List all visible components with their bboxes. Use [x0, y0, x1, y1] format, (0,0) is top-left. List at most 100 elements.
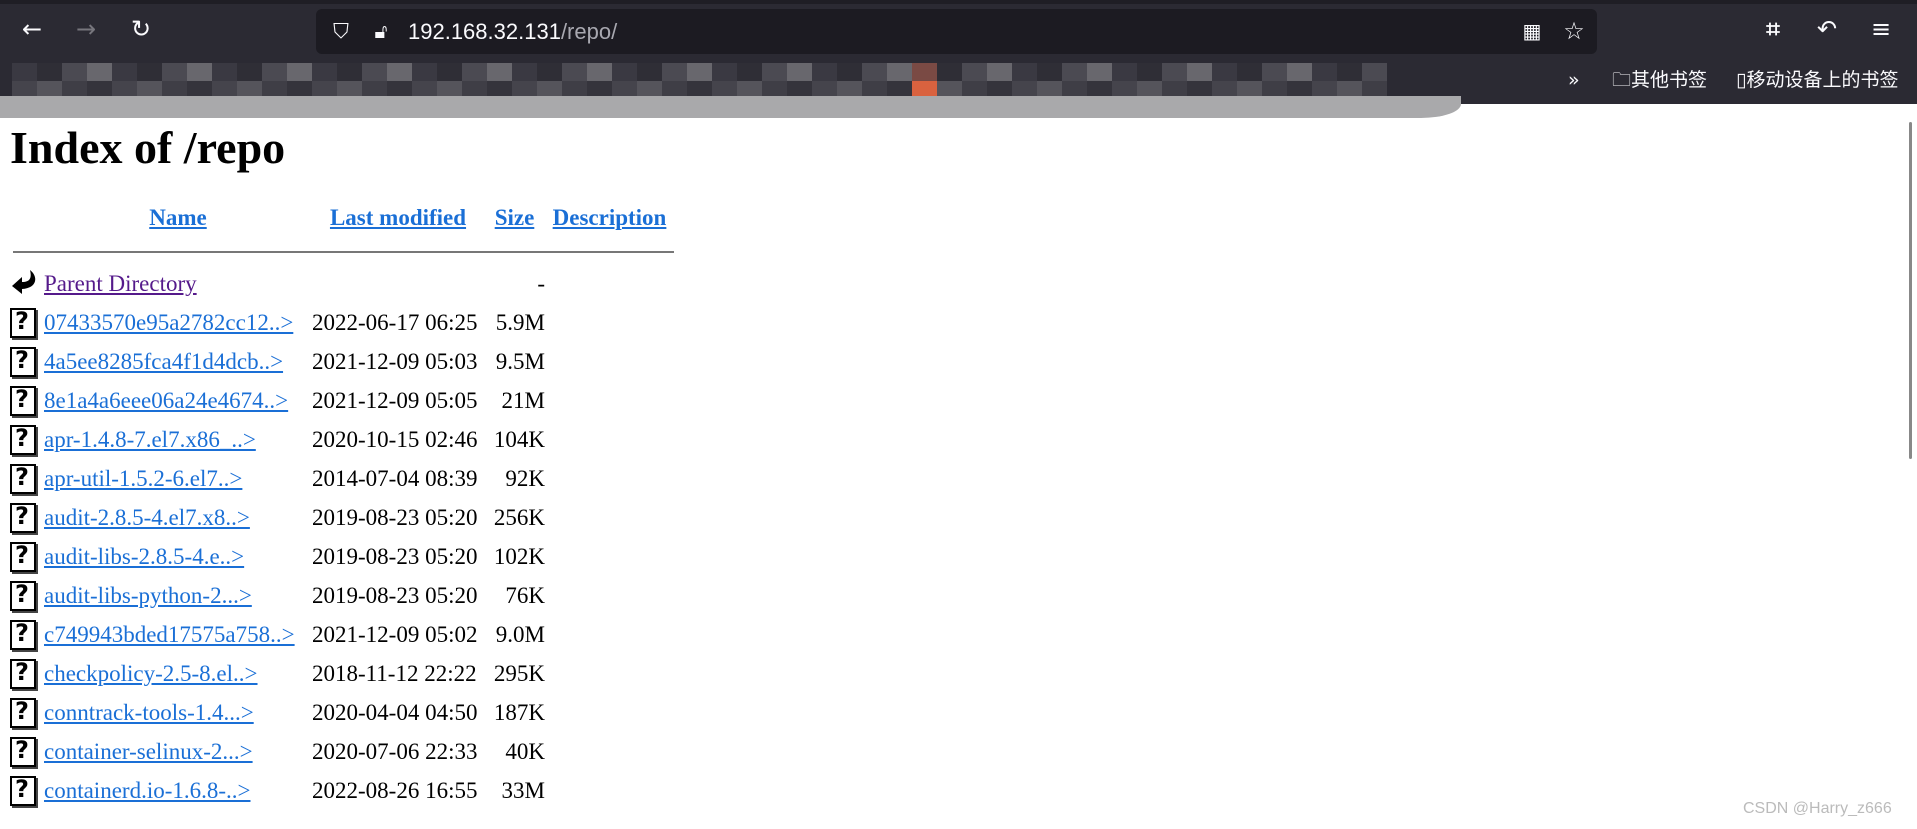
file-link[interactable]: audit-2.8.5-4.el7.x8..>: [44, 505, 250, 530]
file-description: [545, 654, 674, 693]
file-link[interactable]: apr-util-1.5.2-6.el7..>: [44, 466, 242, 491]
file-size: 256K: [493, 504, 545, 530]
redaction-block: [387, 63, 412, 81]
page-title: Index of /repo: [10, 122, 286, 173]
sort-by-size-link[interactable]: Size: [495, 205, 535, 230]
file-row: ? 07433570e95a2782cc12..> 2022-06-17 06:25…: [10, 303, 674, 342]
file-date: 2022-08-26 16:55: [312, 777, 478, 803]
address-bar[interactable]: ⛉ 🔓︎ 192.168.32.131/repo/ ▦ ☆: [316, 9, 1597, 54]
redaction-block: [1237, 63, 1262, 81]
file-date: 2020-10-15 02:46: [312, 426, 478, 452]
file-description: [545, 693, 674, 732]
redaction-block: [1262, 63, 1287, 81]
menu-icon[interactable]: ≡: [1866, 14, 1896, 44]
redaction-block: [112, 63, 137, 81]
redaction-block: [512, 63, 537, 81]
file-description: [545, 420, 674, 459]
redaction-block: [1287, 63, 1312, 81]
folder-icon: 🗀: [1612, 69, 1632, 91]
file-row: ? c749943bded17575a758..> 2021-12-09 05:02…: [10, 615, 674, 654]
file-row: ? audit-2.8.5-4.el7.x8..> 2019-08-23 05:20…: [10, 498, 674, 537]
unknown-file-icon: ?: [10, 619, 36, 650]
redaction-block: [737, 63, 762, 81]
redaction-block: [262, 63, 287, 81]
file-description: [545, 771, 674, 810]
file-row: ? audit-libs-2.8.5-4.e..> 2019-08-23 05:20…: [10, 537, 674, 576]
icon-column-header: [10, 196, 44, 240]
file-date: 2020-07-06 22:33: [312, 738, 478, 764]
file-size: 40K: [505, 738, 545, 764]
file-link[interactable]: audit-libs-2.8.5-4.e..>: [44, 544, 244, 569]
redaction-block: [687, 63, 712, 81]
redaction-block: [362, 63, 387, 81]
url-text[interactable]: 192.168.32.131/repo/: [408, 19, 617, 45]
file-date: 2021-12-09 05:03: [312, 348, 478, 374]
file-link[interactable]: 07433570e95a2782cc12..>: [44, 310, 293, 335]
mobile-bookmarks-label: 移动设备上的书签: [1746, 69, 1899, 91]
file-link[interactable]: c749943bded17575a758..>: [44, 622, 295, 647]
file-row: ? apr-util-1.5.2-6.el7..> 2014-07-04 08:39…: [10, 459, 674, 498]
mobile-bookmarks-button[interactable]: ▯移动设备上的书签: [1736, 67, 1898, 93]
redaction-block: [887, 63, 912, 81]
redaction-smudge: [0, 96, 1461, 118]
redaction-block: [1362, 63, 1387, 81]
redaction-block: [987, 63, 1012, 81]
redaction-block: [287, 63, 312, 81]
star-icon[interactable]: ☆: [1559, 16, 1589, 46]
file-description: [545, 381, 674, 420]
sort-by-last-modified-link[interactable]: Last modified: [330, 205, 466, 230]
redaction-block: [87, 63, 112, 81]
file-link[interactable]: 8e1a4a6eee06a24e4674..>: [44, 388, 288, 413]
parent-size: -: [537, 270, 545, 296]
redaction-block: [62, 63, 87, 81]
parent-directory-link[interactable]: Parent Directory: [44, 271, 197, 296]
qr-code-icon[interactable]: ▦: [1517, 16, 1547, 46]
shield-icon[interactable]: ⛉: [326, 16, 356, 46]
unknown-file-icon: ?: [10, 775, 36, 806]
bookmarks-overflow-button[interactable]: »: [1568, 67, 1580, 93]
file-link[interactable]: 4a5ee8285fca4f1d4dcb..>: [44, 349, 283, 374]
crop-icon[interactable]: ⌗: [1758, 14, 1788, 44]
scrollbar[interactable]: [1909, 122, 1912, 459]
redaction-block: [612, 63, 637, 81]
back-arrow-icon: [12, 269, 36, 294]
file-link[interactable]: checkpolicy-2.5-8.el..>: [44, 661, 258, 686]
reload-icon[interactable]: ↻: [126, 14, 156, 44]
file-size: 9.0M: [495, 621, 545, 647]
file-description: [545, 342, 674, 381]
other-bookmarks-button[interactable]: 🗀其他书签: [1612, 67, 1707, 93]
sort-by-description-link[interactable]: Description: [553, 205, 667, 230]
file-link[interactable]: apr-1.4.8-7.el7.x86_..>: [44, 427, 256, 452]
redaction-block: [1062, 63, 1087, 81]
directory-listing: Index of /repo Name Last modified Size D…: [10, 118, 674, 810]
divider: [13, 251, 674, 253]
file-link[interactable]: audit-libs-python-2...>: [44, 583, 252, 608]
file-description: [545, 732, 674, 771]
sort-by-name-link[interactable]: Name: [149, 205, 206, 230]
unknown-file-icon: ?: [10, 658, 36, 689]
file-link[interactable]: conntrack-tools-1.4...>: [44, 700, 254, 725]
undo-icon[interactable]: ↶: [1812, 14, 1842, 44]
unknown-file-icon: ?: [10, 463, 36, 494]
redaction-block: [1312, 63, 1337, 81]
forward-icon[interactable]: →: [71, 14, 101, 44]
file-link[interactable]: containerd.io-1.6.8-..>: [44, 778, 251, 803]
redaction-block: [837, 63, 862, 81]
back-icon[interactable]: ←: [17, 14, 47, 44]
redaction-block: [962, 63, 987, 81]
insecure-lock-icon[interactable]: 🔓︎: [366, 16, 396, 46]
redaction-block: [162, 63, 187, 81]
redaction-block: [562, 63, 587, 81]
redacted-bookmarks: [12, 63, 1392, 99]
parent-directory-row: Parent Directory -: [10, 264, 674, 303]
redaction-block: [712, 63, 737, 81]
file-size: 9.5M: [495, 348, 545, 374]
unknown-file-icon: ?: [10, 385, 36, 416]
file-row: ? checkpolicy-2.5-8.el..> 2018-11-12 22:22…: [10, 654, 674, 693]
redaction-block: [1212, 63, 1237, 81]
file-link[interactable]: container-selinux-2...>: [44, 739, 253, 764]
file-size: 33M: [501, 777, 545, 803]
redaction-block: [312, 63, 337, 81]
file-size: 21M: [501, 387, 545, 413]
redaction-block: [212, 63, 237, 81]
